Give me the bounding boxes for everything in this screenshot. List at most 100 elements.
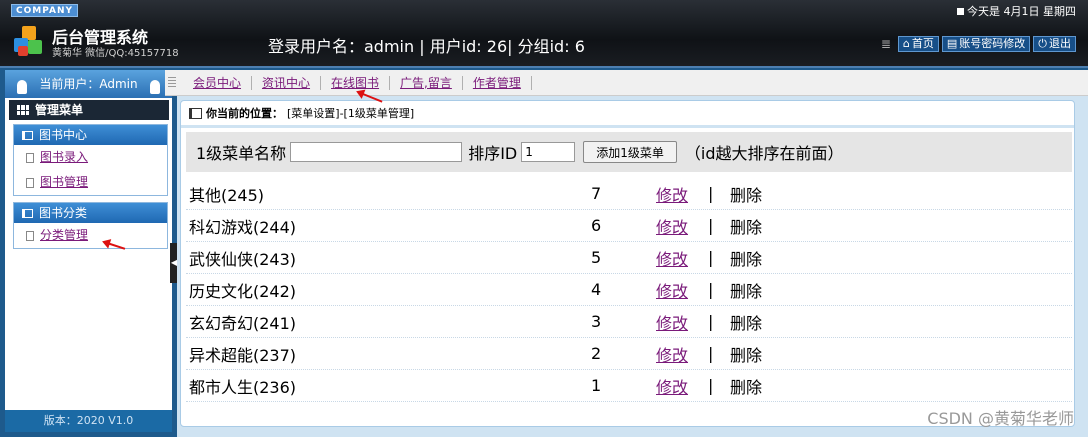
home-icon: ⌂ (902, 37, 910, 50)
sort-id-cell: 1 (591, 376, 602, 395)
change-password-label: 账号密码修改 (959, 37, 1026, 50)
breadcrumb-label: 你当前的位置： (206, 107, 283, 120)
location-icon (189, 107, 202, 119)
menu-name-cell: 武侠仙侠(243) (189, 249, 297, 269)
change-password-button[interactable]: ▤ 账号密码修改 (941, 36, 1031, 52)
date-text: 今天是 4月1日 星期四 (967, 5, 1076, 18)
menu-group-book-category: 图书分类 分类管理 (13, 202, 168, 249)
home-label: 首页 (911, 37, 934, 50)
home-button[interactable]: ⌂ 首页 (897, 36, 939, 52)
menu-name-cell: 都市人生(236) (189, 377, 297, 397)
content-panel: 你当前的位置： [菜单设置]-[1级菜单管理] 1级菜单名称 排序ID 添加1级… (180, 100, 1075, 427)
add-menu-button[interactable]: 添加1级菜单 (583, 141, 677, 163)
sidebar-item-category-manage[interactable]: 分类管理 (14, 223, 167, 248)
book-icon (22, 130, 33, 140)
delete-link[interactable]: 删除 (730, 246, 790, 270)
add-menu-form: 1级菜单名称 排序ID 添加1级菜单 （id越大排序在前面） (186, 132, 1072, 172)
current-user-bar: 当前用户：Admin (5, 70, 172, 98)
delete-link[interactable]: 删除 (730, 374, 790, 398)
book-icon (22, 208, 33, 218)
table-row: 异术超能(237) 2 修改 | 删除 (186, 338, 1072, 370)
menu-name-cell: 科幻游戏(244) (189, 217, 297, 237)
edit-link[interactable]: 修改 (656, 214, 708, 238)
sidebar-item-book-entry[interactable]: 图书录入 (14, 145, 167, 170)
company-badge: COMPANY (11, 4, 78, 17)
sidebar-item-link[interactable]: 分类管理 (40, 223, 88, 248)
delete-link[interactable]: 删除 (730, 214, 790, 238)
document-icon (26, 230, 34, 241)
sidebar: 当前用户：Admin 管理菜单 图书中心 图书录入 图书管理 图书分类 分类管理… (5, 70, 172, 432)
sidebar-item-link[interactable]: 图书录入 (40, 145, 88, 170)
separator: | (708, 280, 714, 299)
logout-button[interactable]: ⏻ 退出 (1033, 36, 1076, 52)
menu-list: 其他(245) 7 修改 | 删除 科幻游戏(244) 6 修改 | 删除 武侠仙侠(243) 5 修改… (186, 178, 1072, 402)
menu-name-input[interactable] (290, 142, 463, 162)
menu-group-book-center: 图书中心 图书录入 图书管理 (13, 124, 168, 196)
pin-icon (150, 80, 160, 94)
separator: | (708, 216, 714, 235)
breadcrumb: 你当前的位置： [菜单设置]-[1级菜单管理] (189, 105, 414, 121)
top-nav: 会员中心 资讯中心 在线图书 广告,留言 作者管理 (165, 70, 1088, 96)
header-toolbar: ≣ ⌂ 首页 ▤ 账号密码修改 ⏻ 退出 (881, 36, 1076, 52)
pin-icon (17, 80, 27, 94)
menu-title-label: 管理菜单 (35, 103, 84, 117)
current-user-label: 当前用户：Admin (39, 77, 138, 91)
separator: | (708, 312, 714, 331)
breadcrumb-path: [菜单设置]-[1级菜单管理] (287, 107, 415, 120)
delete-link[interactable]: 删除 (730, 342, 790, 366)
tab-author-manage[interactable]: 作者管理 (463, 75, 532, 90)
sidebar-item-book-manage[interactable]: 图书管理 (14, 170, 167, 195)
menu-name-cell: 异术超能(237) (189, 345, 297, 365)
edit-link[interactable]: 修改 (656, 374, 708, 398)
group-title: 图书中心 (39, 128, 88, 142)
separator: | (708, 344, 714, 363)
document-icon (26, 152, 34, 163)
sort-id-cell: 2 (591, 344, 602, 363)
menu-name-cell: 玄幻奇幻(241) (189, 313, 297, 333)
sidebar-item-link[interactable]: 图书管理 (40, 170, 88, 195)
name-label: 1级菜单名称 (196, 144, 287, 163)
system-subtitle: 黄菊华 微信/QQ:45157718 (52, 48, 179, 59)
group-title: 图书分类 (39, 206, 88, 220)
watermark: CSDN @黄菊华老师 (927, 409, 1074, 428)
date-display: 今天是 4月1日 星期四 (957, 3, 1076, 19)
menu-name-cell: 其他(245) (189, 185, 265, 205)
delete-link[interactable]: 删除 (730, 310, 790, 334)
sort-id-input[interactable] (521, 142, 576, 162)
logout-label: 退出 (1049, 37, 1071, 50)
sort-id-cell: 6 (591, 216, 602, 235)
document-icon (26, 177, 34, 188)
divider (181, 125, 1074, 128)
tab-online-books[interactable]: 在线图书 (321, 75, 391, 90)
delete-link[interactable]: 删除 (730, 182, 790, 206)
version-label: 版本：2020 V1.0 (5, 410, 172, 432)
table-row: 都市人生(236) 1 修改 | 删除 (186, 370, 1072, 402)
edit-link[interactable]: 修改 (656, 342, 708, 366)
edit-link[interactable]: 修改 (656, 182, 708, 206)
tab-news-center[interactable]: 资讯中心 (252, 75, 322, 90)
group-header[interactable]: 图书分类 (14, 203, 167, 223)
delete-link[interactable]: 删除 (730, 278, 790, 302)
menu-title: 管理菜单 (9, 100, 169, 120)
table-row: 武侠仙侠(243) 5 修改 | 删除 (186, 242, 1072, 274)
edit-link[interactable]: 修改 (656, 278, 708, 302)
tab-member-center[interactable]: 会员中心 (183, 75, 253, 90)
menu-name-cell: 历史文化(242) (189, 281, 297, 301)
table-row: 历史文化(242) 4 修改 | 删除 (186, 274, 1072, 306)
edit-link[interactable]: 修改 (656, 246, 708, 270)
logo-icon (14, 26, 46, 58)
group-header[interactable]: 图书中心 (14, 125, 167, 145)
main-area: 你当前的位置： [菜单设置]-[1级菜单管理] 1级菜单名称 排序ID 添加1级… (177, 96, 1088, 437)
edit-icon: ▤ (946, 37, 958, 50)
edit-link[interactable]: 修改 (656, 310, 708, 334)
sort-id-cell: 7 (591, 184, 602, 203)
sort-id-cell: 3 (591, 312, 602, 331)
table-row: 科幻游戏(244) 6 修改 | 删除 (186, 210, 1072, 242)
table-row: 其他(245) 7 修改 | 删除 (186, 178, 1072, 210)
tab-ads-messages[interactable]: 广告,留言 (390, 75, 463, 90)
separator: | (708, 248, 714, 267)
power-icon: ⏻ (1038, 37, 1047, 50)
separator: | (708, 376, 714, 395)
sort-hint: （id越大排序在前面） (684, 144, 844, 163)
table-row: 玄幻奇幻(241) 3 修改 | 删除 (186, 306, 1072, 338)
